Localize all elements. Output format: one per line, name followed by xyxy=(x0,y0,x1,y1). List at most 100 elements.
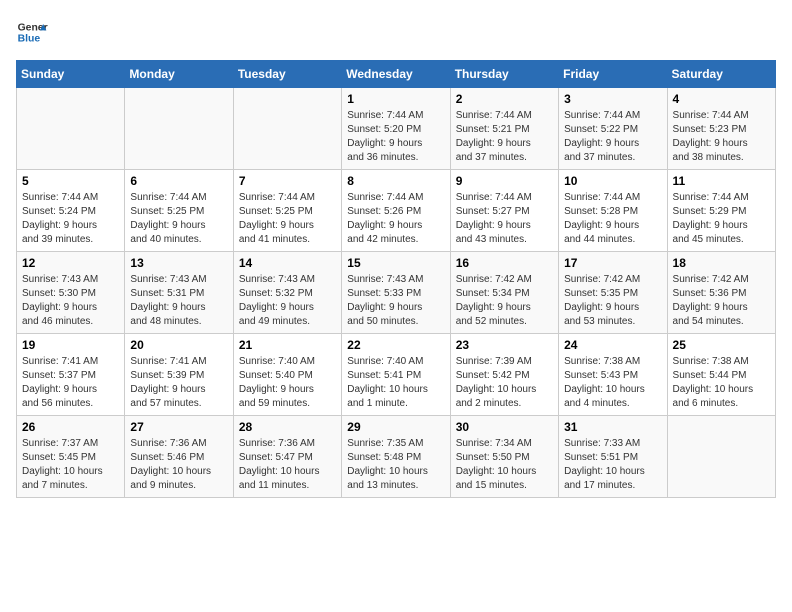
day-number: 12 xyxy=(22,256,119,270)
calendar-cell xyxy=(17,88,125,170)
day-info: Sunrise: 7:43 AM Sunset: 5:31 PM Dayligh… xyxy=(130,273,227,329)
day-info: Sunrise: 7:44 AM Sunset: 5:26 PM Dayligh… xyxy=(347,191,444,247)
calendar-cell: 11Sunrise: 7:44 AM Sunset: 5:29 PM Dayli… xyxy=(667,170,775,252)
calendar-week-row: 19 Sunrise: 7:41 AM Sunset: 5:37 PM Dayli… xyxy=(17,334,776,416)
day-info: Sunrise: 7:44 AM Sunset: 5:23 PM Dayligh… xyxy=(673,109,770,165)
day-number: 8 xyxy=(347,174,444,188)
day-info: Sunrise: 7:44 AM Sunset: 5:28 PM Dayligh… xyxy=(564,191,661,247)
calendar-week-row: 1 Sunrise: 7:44 AM Sunset: 5:20 PM Daylig… xyxy=(17,88,776,170)
day-info: Sunrise: 7:42 AM Sunset: 5:34 PM Dayligh… xyxy=(456,273,553,329)
day-number: 13 xyxy=(130,256,227,270)
day-info: Sunrise: 7:38 AM Sunset: 5:44 PM Dayligh… xyxy=(673,355,770,411)
calendar-cell: 1 Sunrise: 7:44 AM Sunset: 5:20 PM Daylig… xyxy=(342,88,450,170)
day-info: Sunrise: 7:39 AM Sunset: 5:42 PM Dayligh… xyxy=(456,355,553,411)
day-number: 1 xyxy=(347,92,444,106)
day-number: 4 xyxy=(673,92,770,106)
day-number: 25 xyxy=(673,338,770,352)
logo: General Blue xyxy=(16,16,52,48)
day-info: Sunrise: 7:38 AM Sunset: 5:43 PM Dayligh… xyxy=(564,355,661,411)
day-info: Sunrise: 7:43 AM Sunset: 5:33 PM Dayligh… xyxy=(347,273,444,329)
weekday-header: Thursday xyxy=(450,61,558,88)
day-number: 19 xyxy=(22,338,119,352)
weekday-header: Wednesday xyxy=(342,61,450,88)
calendar-cell: 28Sunrise: 7:36 AM Sunset: 5:47 PM Dayli… xyxy=(233,416,341,498)
day-info: Sunrise: 7:33 AM Sunset: 5:51 PM Dayligh… xyxy=(564,437,661,493)
day-number: 3 xyxy=(564,92,661,106)
calendar-cell: 2Sunrise: 7:44 AM Sunset: 5:21 PM Daylig… xyxy=(450,88,558,170)
day-info: Sunrise: 7:36 AM Sunset: 5:46 PM Dayligh… xyxy=(130,437,227,493)
calendar-cell: 23 Sunrise: 7:39 AM Sunset: 5:42 PM Dayli… xyxy=(450,334,558,416)
day-info: Sunrise: 7:43 AM Sunset: 5:30 PM Dayligh… xyxy=(22,273,119,329)
calendar-cell: 27 Sunrise: 7:36 AM Sunset: 5:46 PM Dayli… xyxy=(125,416,233,498)
weekday-header: Sunday xyxy=(17,61,125,88)
day-number: 16 xyxy=(456,256,553,270)
day-info: Sunrise: 7:34 AM Sunset: 5:50 PM Dayligh… xyxy=(456,437,553,493)
day-number: 23 xyxy=(456,338,553,352)
calendar-cell: 7 Sunrise: 7:44 AM Sunset: 5:25 PM Daylig… xyxy=(233,170,341,252)
calendar-cell xyxy=(125,88,233,170)
calendar-table: SundayMondayTuesdayWednesdayThursdayFrid… xyxy=(16,60,776,498)
calendar-cell xyxy=(667,416,775,498)
calendar-cell: 21 Sunrise: 7:40 AM Sunset: 5:40 PM Dayli… xyxy=(233,334,341,416)
calendar-cell: 8 Sunrise: 7:44 AM Sunset: 5:26 PM Daylig… xyxy=(342,170,450,252)
calendar-cell: 31 Sunrise: 7:33 AM Sunset: 5:51 PM Dayli… xyxy=(559,416,667,498)
day-info: Sunrise: 7:44 AM Sunset: 5:25 PM Dayligh… xyxy=(239,191,336,247)
weekday-header: Tuesday xyxy=(233,61,341,88)
day-number: 21 xyxy=(239,338,336,352)
calendar-cell: 30 Sunrise: 7:34 AM Sunset: 5:50 PM Dayli… xyxy=(450,416,558,498)
day-info: Sunrise: 7:42 AM Sunset: 5:36 PM Dayligh… xyxy=(673,273,770,329)
day-number: 22 xyxy=(347,338,444,352)
calendar-cell: 19 Sunrise: 7:41 AM Sunset: 5:37 PM Dayli… xyxy=(17,334,125,416)
day-info: Sunrise: 7:44 AM Sunset: 5:25 PM Dayligh… xyxy=(130,191,227,247)
calendar-cell: 25 Sunrise: 7:38 AM Sunset: 5:44 PM Dayli… xyxy=(667,334,775,416)
day-info: Sunrise: 7:40 AM Sunset: 5:41 PM Dayligh… xyxy=(347,355,444,411)
day-number: 5 xyxy=(22,174,119,188)
calendar-cell: 29Sunrise: 7:35 AM Sunset: 5:48 PM Dayli… xyxy=(342,416,450,498)
day-number: 31 xyxy=(564,420,661,434)
day-number: 10 xyxy=(564,174,661,188)
calendar-cell: 17Sunrise: 7:42 AM Sunset: 5:35 PM Dayli… xyxy=(559,252,667,334)
calendar-cell: 5 Sunrise: 7:44 AM Sunset: 5:24 PM Daylig… xyxy=(17,170,125,252)
calendar-cell xyxy=(233,88,341,170)
weekday-header: Monday xyxy=(125,61,233,88)
calendar-cell: 9Sunrise: 7:44 AM Sunset: 5:27 PM Daylig… xyxy=(450,170,558,252)
calendar-cell: 16 Sunrise: 7:42 AM Sunset: 5:34 PM Dayli… xyxy=(450,252,558,334)
calendar-cell: 14 Sunrise: 7:43 AM Sunset: 5:32 PM Dayli… xyxy=(233,252,341,334)
weekday-header: Saturday xyxy=(667,61,775,88)
calendar-cell: 22 Sunrise: 7:40 AM Sunset: 5:41 PM Dayli… xyxy=(342,334,450,416)
day-info: Sunrise: 7:44 AM Sunset: 5:24 PM Dayligh… xyxy=(22,191,119,247)
day-number: 15 xyxy=(347,256,444,270)
page-header: General Blue xyxy=(16,16,776,48)
day-info: Sunrise: 7:40 AM Sunset: 5:40 PM Dayligh… xyxy=(239,355,336,411)
calendar-cell: 12 Sunrise: 7:43 AM Sunset: 5:30 PM Dayli… xyxy=(17,252,125,334)
day-number: 9 xyxy=(456,174,553,188)
day-info: Sunrise: 7:41 AM Sunset: 5:37 PM Dayligh… xyxy=(22,355,119,411)
calendar-cell: 15 Sunrise: 7:43 AM Sunset: 5:33 PM Dayli… xyxy=(342,252,450,334)
day-info: Sunrise: 7:44 AM Sunset: 5:29 PM Dayligh… xyxy=(673,191,770,247)
calendar-week-row: 12 Sunrise: 7:43 AM Sunset: 5:30 PM Dayli… xyxy=(17,252,776,334)
day-info: Sunrise: 7:44 AM Sunset: 5:22 PM Dayligh… xyxy=(564,109,661,165)
calendar-cell: 26Sunrise: 7:37 AM Sunset: 5:45 PM Dayli… xyxy=(17,416,125,498)
calendar-cell: 13 Sunrise: 7:43 AM Sunset: 5:31 PM Dayli… xyxy=(125,252,233,334)
calendar-cell: 4 Sunrise: 7:44 AM Sunset: 5:23 PM Daylig… xyxy=(667,88,775,170)
calendar-week-row: 26Sunrise: 7:37 AM Sunset: 5:45 PM Dayli… xyxy=(17,416,776,498)
day-number: 14 xyxy=(239,256,336,270)
day-number: 26 xyxy=(22,420,119,434)
day-number: 20 xyxy=(130,338,227,352)
day-number: 6 xyxy=(130,174,227,188)
calendar-week-row: 5 Sunrise: 7:44 AM Sunset: 5:24 PM Daylig… xyxy=(17,170,776,252)
weekday-header: Friday xyxy=(559,61,667,88)
day-number: 7 xyxy=(239,174,336,188)
day-info: Sunrise: 7:43 AM Sunset: 5:32 PM Dayligh… xyxy=(239,273,336,329)
day-number: 28 xyxy=(239,420,336,434)
day-number: 2 xyxy=(456,92,553,106)
day-number: 30 xyxy=(456,420,553,434)
day-number: 18 xyxy=(673,256,770,270)
calendar-cell: 3 Sunrise: 7:44 AM Sunset: 5:22 PM Daylig… xyxy=(559,88,667,170)
day-number: 27 xyxy=(130,420,227,434)
day-info: Sunrise: 7:44 AM Sunset: 5:20 PM Dayligh… xyxy=(347,109,444,165)
svg-text:Blue: Blue xyxy=(18,34,41,45)
calendar-cell: 20Sunrise: 7:41 AM Sunset: 5:39 PM Dayli… xyxy=(125,334,233,416)
weekday-header-row: SundayMondayTuesdayWednesdayThursdayFrid… xyxy=(17,61,776,88)
logo-icon: General Blue xyxy=(16,16,48,48)
